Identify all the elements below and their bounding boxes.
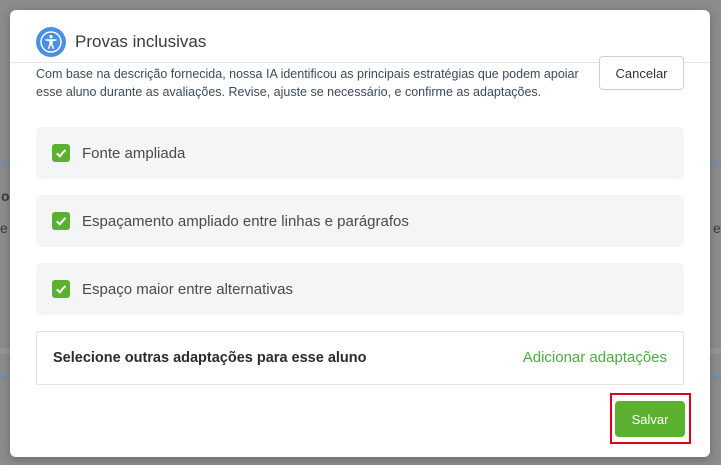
background-text: e xyxy=(713,220,721,236)
checkbox-checked[interactable] xyxy=(52,212,70,230)
background-text: e xyxy=(0,220,8,236)
option-espaco-alternativas[interactable]: Espaço maior entre alternativas xyxy=(36,263,684,315)
add-adaptations-link[interactable]: Adicionar adaptações xyxy=(523,349,667,366)
option-espacamento-ampliado[interactable]: Espaçamento ampliado entre linhas e pará… xyxy=(36,195,684,247)
accessibility-icon xyxy=(36,27,66,57)
option-fonte-ampliada[interactable]: Fonte ampliada xyxy=(36,127,684,179)
modal-description: Com base na descrição fornecida, nossa I… xyxy=(36,67,579,99)
save-button[interactable]: Salvar xyxy=(615,401,685,437)
other-adaptations-title: Selecione outras adaptações para esse al… xyxy=(53,350,367,366)
background-divider xyxy=(710,376,721,378)
background-divider xyxy=(0,376,10,378)
option-label: Espaçamento ampliado entre linhas e pará… xyxy=(82,212,409,230)
background-text: o xyxy=(1,188,10,204)
background-divider xyxy=(710,162,721,164)
other-adaptations-panel: Selecione outras adaptações para esse al… xyxy=(36,331,684,385)
check-icon xyxy=(56,285,67,294)
modal-title: Provas inclusivas xyxy=(75,32,207,51)
cancel-button[interactable]: Cancelar xyxy=(599,56,684,90)
checkbox-checked[interactable] xyxy=(52,144,70,162)
option-label: Fonte ampliada xyxy=(82,144,186,162)
inclusive-tests-modal: Provas inclusivas Com base na descrição … xyxy=(10,10,710,457)
option-label: Espaço maior entre alternativas xyxy=(82,280,293,298)
modal-header: Provas inclusivas xyxy=(36,27,206,57)
check-icon xyxy=(56,217,67,226)
background-divider xyxy=(0,162,10,164)
background-band xyxy=(0,348,10,354)
checkbox-checked[interactable] xyxy=(52,280,70,298)
check-icon xyxy=(56,149,67,158)
background-band xyxy=(710,348,721,354)
